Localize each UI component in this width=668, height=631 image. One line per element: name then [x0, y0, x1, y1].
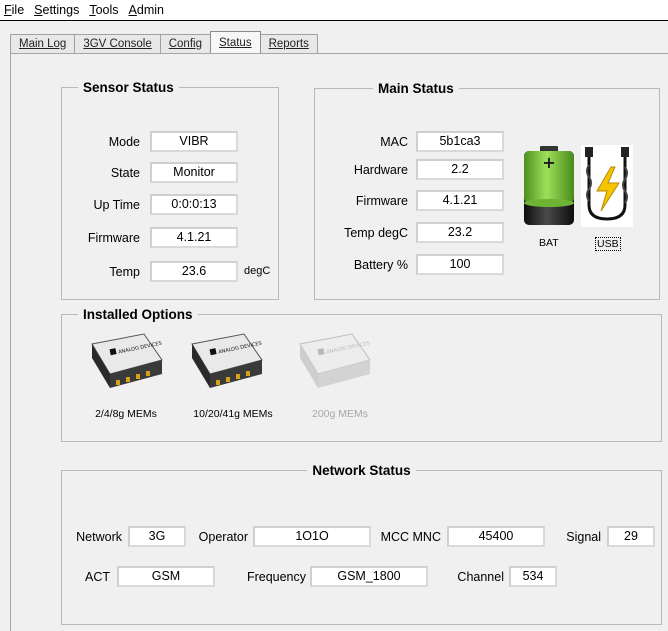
- frequency-label: Frequency: [246, 570, 306, 584]
- mac-label: MAC: [380, 135, 408, 149]
- tab-config[interactable]: Config: [159, 34, 211, 53]
- sensor-temp-unit: degC: [244, 265, 271, 277]
- main-firmware-value: 4.1.21: [416, 190, 504, 211]
- act-value: GSM: [117, 566, 215, 587]
- option-label: 10/20/41g MEMs: [193, 408, 273, 420]
- state-value: Monitor: [150, 162, 238, 183]
- menu-file[interactable]: File: [0, 3, 29, 17]
- bat-caption: BAT: [539, 237, 559, 249]
- menu-settings-label: Settings: [34, 3, 80, 17]
- menu-admin-label: Admin: [128, 3, 164, 17]
- operator-value: 1O1O: [253, 526, 371, 547]
- network-status-title: Network Status: [312, 463, 411, 478]
- mems-chip-icon: ANALOG DEVICES: [91, 333, 163, 388]
- main-status-title: Main Status: [378, 81, 454, 96]
- operator-label: Operator: [198, 530, 248, 544]
- tab-strip: Main Log 3GV Console Config Status Repor…: [10, 31, 318, 53]
- sensor-temp-label: Temp: [109, 265, 140, 279]
- tab-main-log[interactable]: Main Log: [10, 34, 76, 53]
- battery-icon: +: [524, 146, 574, 225]
- option-label: 200g MEMs: [311, 408, 369, 420]
- tab-config-label: Config: [168, 38, 202, 50]
- signal-value: 29: [607, 526, 655, 547]
- menu-tools[interactable]: Tools: [84, 3, 123, 17]
- tab-3gv-console[interactable]: 3GV Console: [74, 34, 161, 53]
- state-label: State: [110, 166, 140, 180]
- tab-3gv-console-label: 3GV Console: [83, 38, 152, 50]
- mode-label: Mode: [108, 135, 140, 149]
- frequency-value: GSM_1800: [310, 566, 428, 587]
- mcc-mnc-value: 45400: [447, 526, 545, 547]
- tab-main-log-label: Main Log: [19, 38, 67, 50]
- installed-options-title: Installed Options: [83, 307, 193, 322]
- menu-admin[interactable]: Admin: [124, 3, 169, 17]
- hardware-label: Hardware: [353, 163, 408, 177]
- sensor-temp-value: 23.6: [150, 261, 238, 282]
- tab-reports-label: Reports: [268, 38, 309, 50]
- usb-caption: USB: [595, 237, 621, 251]
- sensor-firmware-label: Firmware: [87, 231, 140, 245]
- menu-bar: File Settings Tools Admin: [0, 0, 668, 21]
- main-temp-label: Temp degC: [344, 226, 408, 240]
- menu-tools-label: Tools: [89, 3, 119, 17]
- network-value: 3G: [128, 526, 186, 547]
- tab-reports[interactable]: Reports: [259, 34, 318, 53]
- channel-label: Channel: [457, 570, 504, 584]
- mems-chip-icon: ANALOG DEVICES: [299, 333, 371, 388]
- sensor-firmware-value: 4.1.21: [150, 227, 238, 248]
- act-label: ACT: [85, 570, 110, 584]
- mems-chip-icon: ANALOG DEVICES: [191, 333, 263, 388]
- hardware-value: 2.2: [416, 159, 504, 180]
- battery-label: Battery %: [353, 258, 408, 272]
- mcc-mnc-label: MCC MNC: [380, 530, 441, 544]
- uptime-value: 0:0:0:13: [150, 194, 238, 215]
- option-label: 2/4/8g MEMs: [95, 408, 157, 420]
- uptime-label: Up Time: [93, 198, 140, 212]
- channel-value: 534: [509, 566, 557, 587]
- mac-value: 5b1ca3: [416, 131, 504, 152]
- tab-status[interactable]: Status: [209, 31, 261, 53]
- network-label: Network: [76, 530, 122, 544]
- svg-text:+: +: [542, 153, 555, 172]
- mode-value: VIBR: [150, 131, 238, 152]
- tab-status-label: Status: [218, 36, 252, 49]
- usb-charging-icon: [581, 145, 633, 227]
- menu-settings[interactable]: Settings: [29, 3, 84, 17]
- battery-value: 100: [416, 254, 504, 275]
- main-firmware-label: Firmware: [355, 194, 408, 208]
- menu-file-label: File: [4, 3, 25, 17]
- sensor-status-title: Sensor Status: [83, 80, 174, 95]
- main-temp-value: 23.2: [416, 222, 504, 243]
- signal-label: Signal: [566, 530, 601, 544]
